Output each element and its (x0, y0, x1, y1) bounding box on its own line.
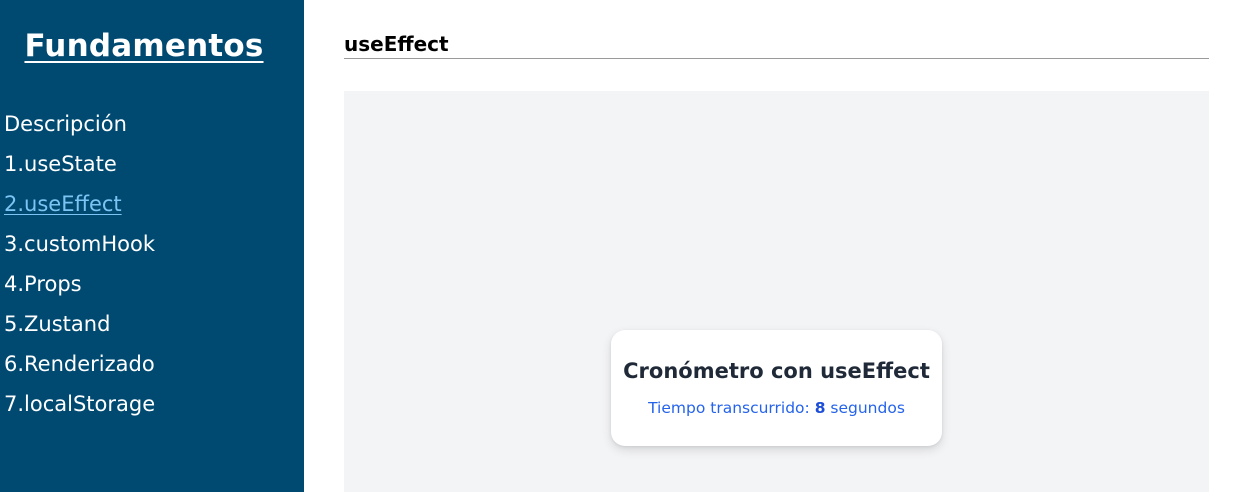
elapsed-time-text: Tiempo transcurrido: 8 segundos (611, 398, 942, 418)
sidebar-item-useeffect[interactable]: 2.useEffect (4, 186, 155, 226)
sidebar-item-descripcion[interactable]: Descripción (4, 106, 155, 146)
main-content: useEffect Cronómetro con useEffect Tiemp… (344, 0, 1209, 492)
sidebar-item-renderizado[interactable]: 6.Renderizado (4, 346, 155, 386)
sidebar: Fundamentos Descripción 1.useState 2.use… (0, 0, 304, 492)
elapsed-seconds-value: 8 (814, 399, 826, 417)
elapsed-time-suffix: segundos (825, 399, 905, 417)
sidebar-item-customhook[interactable]: 3.customHook (4, 226, 155, 266)
sidebar-item-props[interactable]: 4.Props (4, 266, 155, 306)
app-layout: Fundamentos Descripción 1.useState 2.use… (0, 0, 1240, 492)
title-divider (344, 58, 1209, 59)
page-title: useEffect (344, 32, 449, 56)
card-title: Cronómetro con useEffect (623, 359, 930, 383)
stopwatch-card: Cronómetro con useEffect Tiempo transcur… (611, 330, 942, 446)
sidebar-item-localstorage[interactable]: 7.localStorage (4, 386, 155, 426)
demo-area: Cronómetro con useEffect Tiempo transcur… (344, 91, 1209, 492)
sidebar-item-usestate[interactable]: 1.useState (4, 146, 155, 186)
sidebar-brand-link[interactable]: Fundamentos (0, 28, 288, 64)
sidebar-nav: Descripción 1.useState 2.useEffect 3.cus… (4, 106, 155, 426)
elapsed-time-prefix: Tiempo transcurrido: (648, 399, 815, 417)
sidebar-item-zustand[interactable]: 5.Zustand (4, 306, 155, 346)
